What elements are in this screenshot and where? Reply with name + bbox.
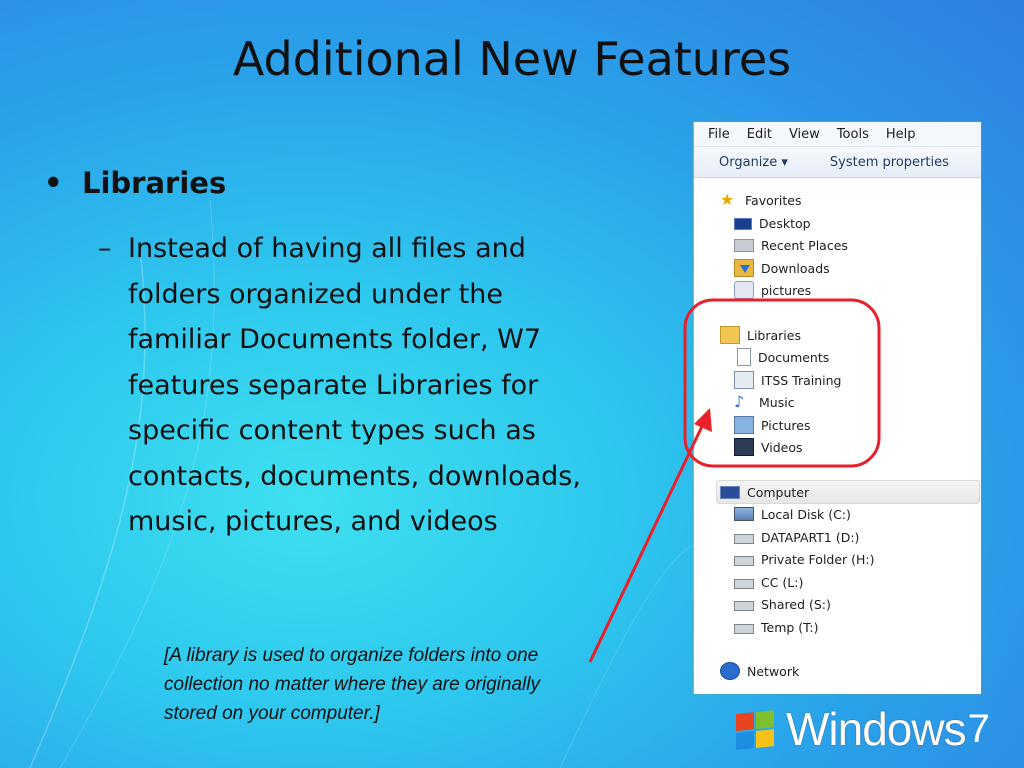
tree-item-label: Documents bbox=[758, 349, 830, 365]
tree-item-label: Desktop bbox=[759, 215, 811, 231]
callout-arrow-line bbox=[588, 419, 707, 663]
system-properties-button[interactable]: System properties bbox=[830, 155, 949, 170]
tree-item-local-disk-c[interactable]: Local Disk (C:) bbox=[734, 504, 851, 524]
tree-item-label: Shared (S:) bbox=[761, 596, 831, 612]
tree-libraries-label: Libraries bbox=[747, 327, 801, 343]
tree-computer[interactable]: Computer bbox=[720, 482, 809, 502]
library-note: [A library is used to organize folders i… bbox=[164, 645, 540, 724]
tree-item-temp-t[interactable]: Temp (T:) bbox=[734, 617, 819, 637]
tree-item-pictures-favorite[interactable]: pictures bbox=[734, 280, 811, 300]
tree-item-label: Downloads bbox=[761, 260, 830, 276]
network-drive-icon bbox=[734, 601, 754, 611]
tree-item-label: pictures bbox=[761, 282, 812, 298]
tree-item-label: Recent Places bbox=[761, 237, 848, 253]
tree-item-music[interactable]: ♪ Music bbox=[734, 392, 795, 412]
pictures-folder-icon bbox=[734, 281, 754, 299]
tree-item-label: Pictures bbox=[761, 417, 811, 433]
slide-title: Additional New Features bbox=[232, 32, 792, 86]
tree-item-label: Private Folder (H:) bbox=[761, 551, 875, 567]
pictures-icon bbox=[734, 416, 754, 434]
tree-item-label: Local Disk (C:) bbox=[761, 506, 851, 522]
local-disk-icon bbox=[734, 507, 754, 521]
tree-item-pictures[interactable]: Pictures bbox=[734, 415, 811, 435]
recent-places-icon bbox=[734, 238, 754, 252]
sub-bullet-dash: – bbox=[98, 233, 112, 264]
menu-file[interactable]: File bbox=[708, 127, 730, 142]
desktop-icon bbox=[734, 218, 752, 230]
organize-button[interactable]: Organize ▾ bbox=[719, 155, 788, 170]
bullet-libraries: • Libraries bbox=[44, 166, 226, 200]
music-icon: ♪ bbox=[734, 392, 745, 411]
windows-logo-version: 7 bbox=[967, 707, 990, 751]
tree-item-downloads[interactable]: Downloads bbox=[734, 258, 830, 278]
star-icon: ★ bbox=[720, 190, 735, 209]
tree-favorites-label: Favorites bbox=[745, 192, 802, 208]
downloads-icon bbox=[734, 259, 754, 277]
computer-icon bbox=[720, 485, 740, 499]
tree-favorites[interactable]: ★ Favorites bbox=[720, 190, 801, 210]
explorer-window: File Edit View Tools Help Organize ▾ Sys… bbox=[693, 122, 981, 694]
tree-item-datapart1-d[interactable]: DATAPART1 (D:) bbox=[734, 527, 859, 547]
itss-training-icon bbox=[734, 371, 754, 389]
tree-item-label: ITSS Training bbox=[761, 372, 842, 388]
documents-icon bbox=[737, 348, 751, 366]
tree-item-cc-l[interactable]: CC (L:) bbox=[734, 572, 803, 592]
tree-libraries[interactable]: Libraries bbox=[720, 325, 801, 345]
network-drive-icon bbox=[734, 579, 754, 589]
tree-item-recent-places[interactable]: Recent Places bbox=[734, 235, 848, 255]
tree-network[interactable]: Network bbox=[720, 661, 799, 681]
menu-edit[interactable]: Edit bbox=[747, 127, 772, 142]
tree-item-videos[interactable]: Videos bbox=[734, 437, 803, 457]
menu-bar: File Edit View Tools Help bbox=[694, 122, 981, 147]
windows-flag-icon bbox=[736, 710, 776, 754]
bullet-label: Libraries bbox=[82, 166, 227, 200]
drive-icon bbox=[734, 534, 754, 544]
tree-item-label: CC (L:) bbox=[761, 574, 804, 590]
tree-item-label: DATAPART1 (D:) bbox=[761, 529, 860, 545]
windows-logo-text: Windows bbox=[786, 703, 967, 755]
windows-7-logo: Windows 7 bbox=[736, 706, 990, 752]
tree-network-label: Network bbox=[747, 663, 800, 679]
menu-tools[interactable]: Tools bbox=[837, 127, 869, 142]
tree-item-documents[interactable]: Documents bbox=[734, 347, 829, 367]
tree-item-itss-training[interactable]: ITSS Training bbox=[734, 370, 842, 390]
tree-item-private-folder-h[interactable]: Private Folder (H:) bbox=[734, 549, 875, 569]
tree-item-label: Videos bbox=[761, 439, 803, 455]
menu-view[interactable]: View bbox=[789, 127, 820, 142]
menu-help[interactable]: Help bbox=[886, 127, 916, 142]
sub-bullet-text: Instead of having all files and folders … bbox=[128, 233, 581, 537]
tree-item-shared-s[interactable]: Shared (S:) bbox=[734, 594, 831, 614]
videos-icon bbox=[734, 438, 754, 456]
tree-item-desktop[interactable]: Desktop bbox=[734, 213, 811, 233]
libraries-icon bbox=[720, 326, 740, 344]
bullet-marker: • bbox=[44, 166, 63, 200]
tree-item-label: Music bbox=[759, 394, 795, 410]
tree-computer-label: Computer bbox=[747, 484, 810, 500]
tree-item-label: Temp (T:) bbox=[761, 619, 819, 635]
sub-bullet: – Instead of having all files and folder… bbox=[98, 226, 598, 545]
network-drive-icon bbox=[734, 624, 754, 634]
network-drive-icon bbox=[734, 556, 754, 566]
command-bar: Organize ▾ System properties bbox=[694, 147, 981, 178]
network-icon bbox=[720, 662, 740, 680]
